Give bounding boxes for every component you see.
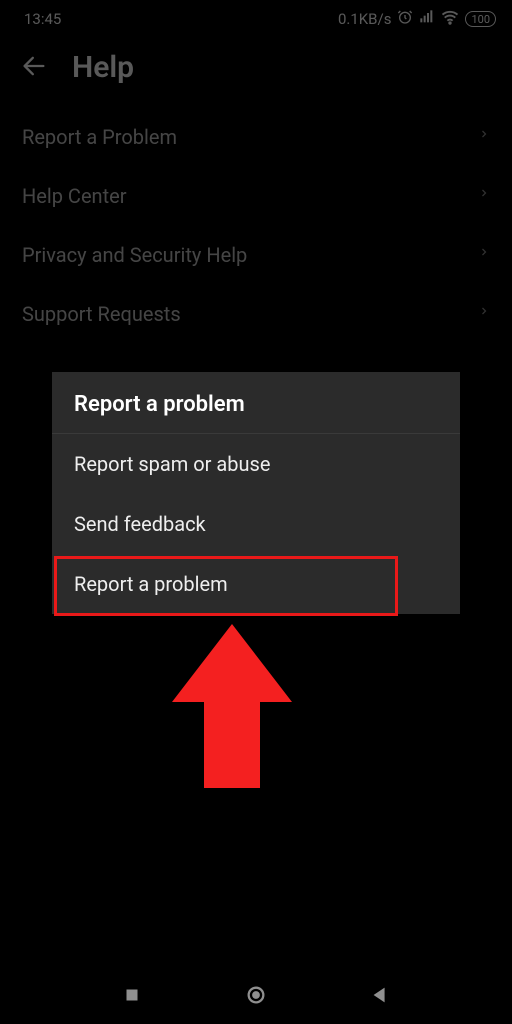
status-time: 13:45 bbox=[24, 10, 61, 28]
menu-item-label: Privacy and Security Help bbox=[22, 243, 247, 267]
network-speed: 0.1KB/s bbox=[338, 10, 392, 28]
back-icon[interactable] bbox=[20, 52, 48, 84]
menu-item-label: Help Center bbox=[22, 184, 127, 208]
menu-item-label: Report a Problem bbox=[22, 125, 177, 149]
signal-icon bbox=[419, 9, 435, 29]
system-nav-bar bbox=[0, 970, 512, 1024]
page-header: Help bbox=[0, 32, 512, 103]
menu-item-privacy-security[interactable]: Privacy and Security Help bbox=[0, 225, 512, 284]
battery-indicator: 100 bbox=[465, 11, 496, 27]
menu-item-help-center[interactable]: Help Center bbox=[0, 166, 512, 225]
nav-recent-icon[interactable] bbox=[121, 984, 143, 1010]
chevron-right-icon bbox=[478, 124, 490, 149]
status-bar: 13:45 0.1KB/s 100 bbox=[0, 0, 512, 32]
status-right: 0.1KB/s 100 bbox=[338, 8, 496, 30]
wifi-icon bbox=[441, 8, 459, 30]
menu-item-support-requests[interactable]: Support Requests bbox=[0, 284, 512, 343]
sheet-title: Report a problem bbox=[52, 372, 460, 434]
chevron-right-icon bbox=[478, 242, 490, 267]
chevron-right-icon bbox=[478, 301, 490, 326]
sheet-item-report-spam[interactable]: Report spam or abuse bbox=[52, 434, 460, 494]
help-menu: Report a Problem Help Center Privacy and… bbox=[0, 103, 512, 347]
sheet-item-send-feedback[interactable]: Send feedback bbox=[52, 494, 460, 554]
annotation-highlight-box bbox=[54, 556, 398, 616]
page-title: Help bbox=[72, 50, 134, 85]
nav-home-icon[interactable] bbox=[245, 984, 267, 1010]
nav-back-icon[interactable] bbox=[369, 984, 391, 1010]
menu-item-label: Support Requests bbox=[22, 302, 181, 326]
menu-item-report-problem[interactable]: Report a Problem bbox=[0, 107, 512, 166]
alarm-icon bbox=[397, 9, 413, 29]
chevron-right-icon bbox=[478, 183, 490, 208]
annotation-arrow-icon bbox=[172, 624, 292, 798]
